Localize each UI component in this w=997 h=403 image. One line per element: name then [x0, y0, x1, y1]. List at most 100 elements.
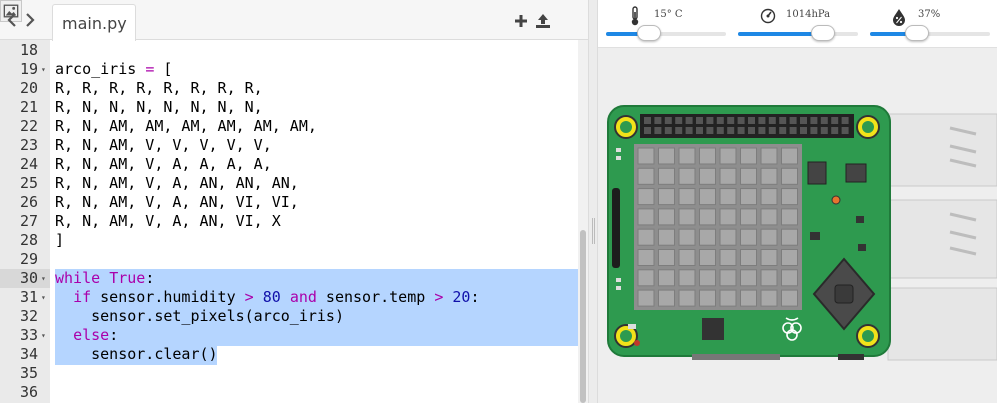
led-pixel [658, 167, 675, 185]
gpio-pin [768, 117, 776, 124]
code-text[interactable]: R, N, N, N, N, N, N, N, [55, 98, 263, 117]
code-line[interactable]: 33 ▾ else: [0, 326, 578, 345]
code-text[interactable]: R, N, AM, V, A, AN, AN, AN, [55, 174, 299, 193]
panel-splitter[interactable] [588, 0, 598, 403]
fold-toggle-icon[interactable]: ▾ [41, 269, 46, 288]
code-text[interactable]: R, R, R, R, R, R, R, R, [55, 79, 263, 98]
code-area[interactable]: 18 19 ▾ arco_iris = [20 R, R, R, R, R, R, R,… [0, 40, 588, 403]
led-pixel [658, 147, 675, 165]
led-pixel [699, 289, 716, 307]
led-pixel [699, 167, 716, 185]
gpio-pin [706, 127, 714, 134]
code-line[interactable]: 28] [0, 231, 578, 250]
led-pixel [781, 269, 798, 287]
code-line[interactable]: 22 R, N, AM, AM, AM, AM, AM, AM, [0, 117, 578, 136]
code-text[interactable]: sensor.set_pixels(arco_iris) [55, 307, 344, 326]
code-text[interactable]: while True: [55, 269, 154, 288]
gpio-pin [841, 117, 849, 124]
upload-icon[interactable] [534, 12, 552, 30]
gpio-pin [737, 127, 745, 134]
code-line[interactable]: 29 [0, 250, 578, 269]
code-line[interactable]: 27 R, N, AM, V, A, AN, VI, X [0, 212, 578, 231]
temperature-slider-thumb[interactable] [637, 25, 662, 41]
fold-toggle-icon[interactable]: ▾ [41, 326, 46, 345]
scrollbar-thumb[interactable] [580, 230, 586, 403]
temperature-slider[interactable] [606, 25, 726, 41]
gpio-pin [696, 117, 703, 124]
led-pixel [760, 188, 778, 206]
gpio-pin [644, 127, 651, 134]
led-pixel [760, 228, 778, 246]
code-text[interactable]: arco_iris = [ [55, 60, 172, 79]
line-number: 18 [19, 41, 38, 59]
code-line[interactable]: 23 R, N, AM, V, V, V, V, V, [0, 136, 578, 155]
code-text[interactable]: else: [55, 326, 118, 345]
code-text[interactable]: if sensor.humidity > 80 and sensor.temp … [55, 288, 479, 307]
code-line[interactable]: 25 R, N, AM, V, A, AN, AN, AN, [0, 174, 578, 193]
code-text[interactable]: R, N, AM, V, A, A, A, A, [55, 155, 272, 174]
code-text[interactable]: R, N, AM, V, V, V, V, V, [55, 136, 272, 155]
chevron-left-icon[interactable] [4, 12, 20, 28]
code-text[interactable]: ] [55, 231, 64, 250]
gpio-pin [841, 127, 849, 134]
code-text[interactable]: sensor.clear() [55, 345, 217, 364]
code-line[interactable]: 19 ▾ arco_iris = [ [0, 60, 578, 79]
led-pixel [719, 167, 737, 185]
led-pixel [781, 208, 798, 226]
gpio-pin [675, 127, 683, 134]
code-line[interactable]: 20 R, R, R, R, R, R, R, R, [0, 79, 578, 98]
code-text[interactable]: R, N, AM, V, A, AN, VI, X [55, 212, 281, 231]
humidity-control: 37% [862, 0, 990, 48]
code-line[interactable]: 21 R, N, N, N, N, N, N, N, [0, 98, 578, 117]
code-line[interactable]: 30 ▾ while True: [0, 269, 578, 288]
led-pixel [719, 289, 737, 307]
usb-port-icon [887, 113, 997, 187]
thermometer-icon [631, 6, 639, 26]
line-number: 26 [19, 193, 38, 211]
usb-port-icon [887, 199, 997, 279]
code-text[interactable]: R, N, AM, AM, AM, AM, AM, AM, [55, 117, 317, 136]
gpio-pin [758, 127, 766, 134]
gpio-pin [800, 117, 807, 124]
chevron-right-icon[interactable] [22, 12, 38, 28]
file-tab-main-py[interactable]: main.py [52, 4, 136, 41]
humidity-slider-thumb[interactable] [904, 25, 929, 41]
code-line[interactable]: 36 [0, 383, 578, 402]
add-file-button[interactable] [512, 12, 530, 30]
sense-hat-board [607, 105, 997, 361]
ethernet-port-icon [887, 287, 997, 361]
code-line[interactable]: 18 [0, 41, 578, 60]
led-pixel [760, 147, 778, 165]
code-line[interactable]: 34 sensor.clear() [0, 345, 578, 364]
sensor-chip [845, 163, 867, 183]
fold-toggle-icon[interactable]: ▾ [41, 288, 46, 307]
led-pixel [658, 188, 675, 206]
gpio-pin [737, 117, 745, 124]
mounting-hole [614, 115, 638, 139]
code-line[interactable]: 24 R, N, AM, V, A, A, A, A, [0, 155, 578, 174]
pressure-slider[interactable] [738, 25, 858, 41]
sensor-controls: 15° C 1014hPa 37% [598, 0, 997, 48]
led-pixel [760, 249, 778, 266]
humidity-slider[interactable] [870, 25, 990, 41]
code-text[interactable]: R, N, AM, V, A, AN, VI, VI, [55, 193, 299, 212]
resistor [810, 232, 820, 240]
gpio-pin [831, 117, 839, 124]
humidity-value: 37% [918, 9, 941, 20]
gpio-pin [716, 127, 724, 134]
code-line[interactable]: 26 R, N, AM, V, A, AN, VI, VI, [0, 193, 578, 212]
led-pixel [740, 167, 757, 185]
pressure-slider-thumb[interactable] [811, 25, 836, 41]
splitter-grip-icon[interactable] [592, 218, 595, 244]
joystick-button[interactable] [834, 284, 854, 304]
led-pixel [760, 269, 778, 287]
led-pixel [699, 228, 716, 246]
led-pixel [678, 269, 696, 287]
code-line[interactable]: 32 sensor.set_pixels(arco_iris) [0, 307, 578, 326]
vertical-scrollbar[interactable] [578, 40, 588, 403]
code-line[interactable]: 35 [0, 364, 578, 383]
code-line[interactable]: 31 ▾ if sensor.humidity > 80 and sensor.t… [0, 288, 578, 307]
led-pixel [740, 208, 757, 226]
fold-toggle-icon[interactable]: ▾ [41, 60, 46, 79]
led-pixel [760, 167, 778, 185]
